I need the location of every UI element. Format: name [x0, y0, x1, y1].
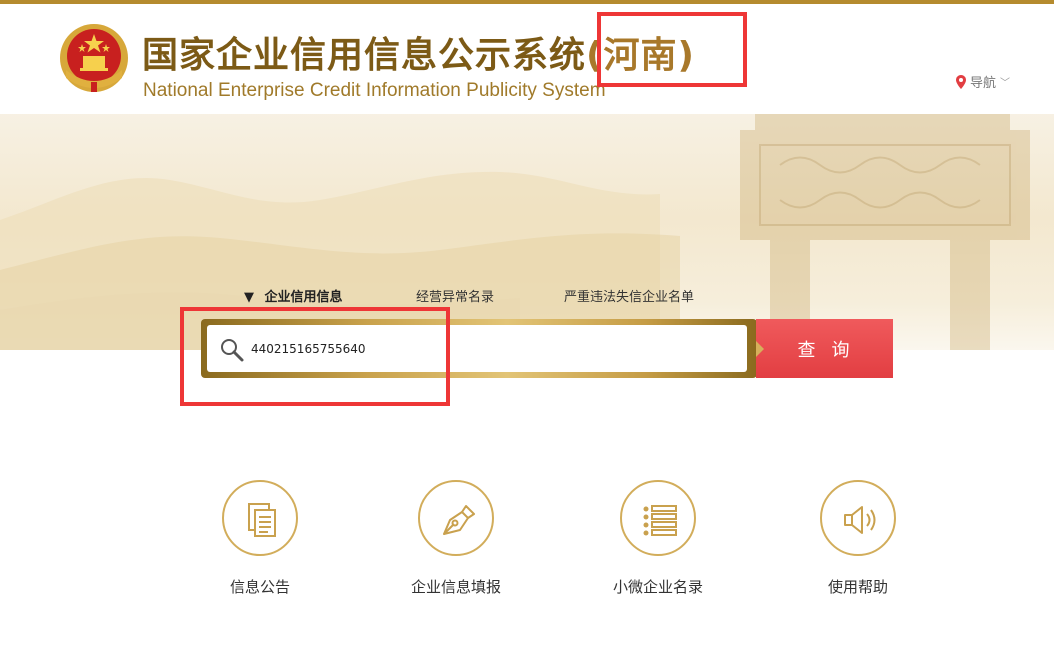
tab-serious-violations[interactable]: 严重违法失信企业名单	[564, 286, 694, 305]
tab-abnormal-operations[interactable]: 经营异常名录	[416, 286, 494, 305]
site-header: 国家企业信用信息公示系统(河南) National Enterprise Cre…	[0, 4, 1054, 114]
quick-link-label: 信息公告	[229, 578, 290, 596]
icon-circle	[222, 480, 298, 556]
speaker-icon	[844, 506, 876, 534]
chevron-down-icon: ﹀	[1000, 78, 1011, 89]
quick-link-label: 使用帮助	[827, 578, 888, 596]
document-icon	[248, 503, 276, 537]
tab-enterprise-credit-info[interactable]: ▼ 企业信用信息	[244, 286, 343, 305]
national-emblem-icon[interactable]	[58, 22, 130, 96]
icon-circle	[620, 480, 696, 556]
list-icon	[643, 505, 677, 536]
icon-circle	[820, 480, 896, 556]
annotation-box-region	[597, 12, 747, 87]
tab-active-arrow-icon: ▼	[244, 290, 254, 305]
site-title-text: 国家企业信用信息公示系统	[142, 35, 587, 76]
quick-link-enterprise-report[interactable]: 企业信息填报	[386, 480, 526, 597]
quick-link-small-micro-list[interactable]: 小微企业名录	[588, 480, 728, 597]
quick-link-help[interactable]: 使用帮助	[788, 480, 928, 597]
banner-background	[0, 110, 1054, 350]
quick-link-label: 企业信息填报	[410, 578, 501, 596]
quick-links: 信息公告 企业信息填报 小微企业名录 使用帮助	[0, 480, 1054, 610]
location-pin-icon	[956, 74, 966, 89]
quick-link-info-notice[interactable]: 信息公告	[190, 480, 330, 597]
annotation-box-search	[180, 307, 450, 406]
query-button[interactable]: 查询	[756, 319, 893, 378]
query-button-label: 查询	[797, 339, 866, 361]
site-subtitle: National Enterprise Credit Information P…	[143, 80, 606, 101]
nav-dropdown[interactable]: 导航 ﹀	[956, 72, 1010, 91]
quick-link-label: 小微企业名录	[612, 578, 703, 596]
tab-label: 企业信用信息	[264, 290, 343, 305]
icon-circle	[418, 480, 494, 556]
pen-icon	[443, 505, 475, 535]
button-notch	[756, 341, 764, 357]
nav-label: 导航	[970, 76, 997, 91]
